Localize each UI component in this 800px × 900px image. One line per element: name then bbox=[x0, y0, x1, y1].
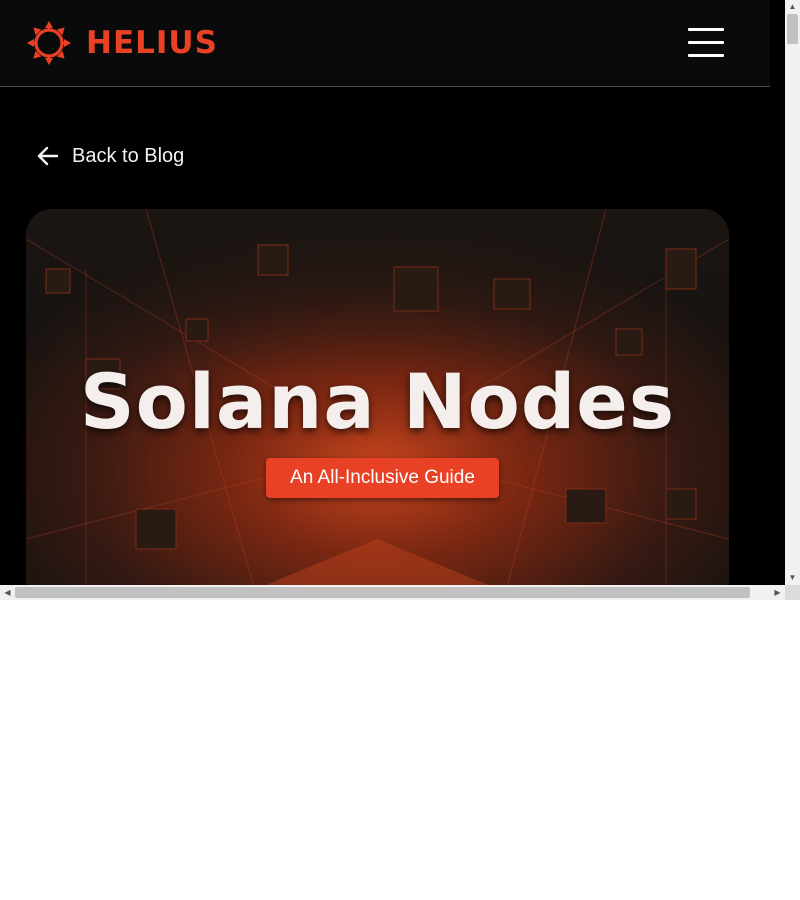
site-header: HELIUS bbox=[0, 0, 770, 87]
scroll-up-arrow-icon[interactable]: ▲ bbox=[785, 0, 800, 14]
page-viewport: HELIUS Back to Blog Solana Nodes An All-… bbox=[0, 0, 785, 585]
horizontal-scrollbar[interactable]: ◀ ▶ bbox=[0, 585, 785, 600]
back-to-blog-link[interactable]: Back to Blog bbox=[36, 140, 184, 172]
helius-logo[interactable]: HELIUS bbox=[26, 20, 218, 66]
menu-bar-middle bbox=[688, 41, 724, 44]
back-to-blog-label: Back to Blog bbox=[72, 144, 185, 167]
scroll-right-arrow-icon[interactable]: ▶ bbox=[770, 585, 785, 600]
brand-name: HELIUS bbox=[86, 25, 218, 61]
hero-subtitle-badge: An All-Inclusive Guide bbox=[266, 458, 499, 498]
scroll-left-arrow-icon[interactable]: ◀ bbox=[0, 585, 15, 600]
vertical-scrollbar[interactable]: ▲ ▼ bbox=[785, 0, 800, 585]
hamburger-menu-icon[interactable] bbox=[688, 28, 724, 58]
hero-image: Solana Nodes An All-Inclusive Guide bbox=[26, 209, 729, 585]
helius-sun-icon bbox=[27, 21, 71, 65]
hero-title: Solana Nodes bbox=[79, 357, 676, 446]
arrow-left-icon bbox=[37, 146, 59, 166]
menu-bar-top bbox=[688, 28, 724, 31]
horizontal-scroll-thumb[interactable] bbox=[15, 587, 750, 598]
scroll-down-arrow-icon[interactable]: ▼ bbox=[785, 571, 800, 585]
scrollbar-corner bbox=[785, 585, 800, 600]
menu-bar-bottom bbox=[688, 54, 724, 57]
vertical-scroll-thumb[interactable] bbox=[787, 14, 798, 44]
